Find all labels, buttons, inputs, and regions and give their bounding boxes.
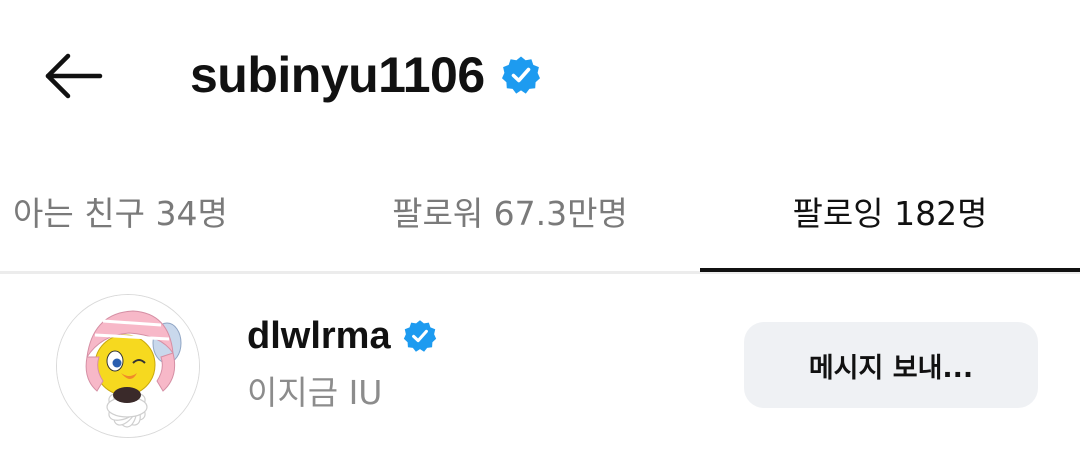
full-name: 이지금 IU	[247, 373, 383, 412]
tab-mutual-friends[interactable]: 께 아는 친구 34명	[0, 150, 310, 271]
arrow-left-icon	[45, 53, 103, 99]
message-button[interactable]: 메시지 보내...	[744, 322, 1038, 408]
follow-tabs: 께 아는 친구 34명 팔로워 67.3만명 팔로잉 182명	[0, 150, 1080, 274]
cartoon-bird-avatar-icon	[57, 295, 199, 437]
active-tab-indicator	[700, 268, 1080, 272]
verified-badge-icon	[501, 55, 541, 95]
list-item[interactable]: dlwlrma 이지금 IU 메시지 보내...	[0, 274, 1080, 466]
tab-following[interactable]: 팔로잉 182명	[700, 150, 1080, 271]
profile-header: subinyu1106	[0, 0, 1080, 150]
username[interactable]: dlwlrma	[247, 315, 391, 358]
tab-followers[interactable]: 팔로워 67.3만명	[340, 150, 680, 271]
profile-title: subinyu1106	[190, 47, 485, 103]
verified-badge-icon	[403, 319, 437, 353]
back-button[interactable]	[38, 44, 108, 108]
avatar[interactable]	[56, 294, 200, 438]
